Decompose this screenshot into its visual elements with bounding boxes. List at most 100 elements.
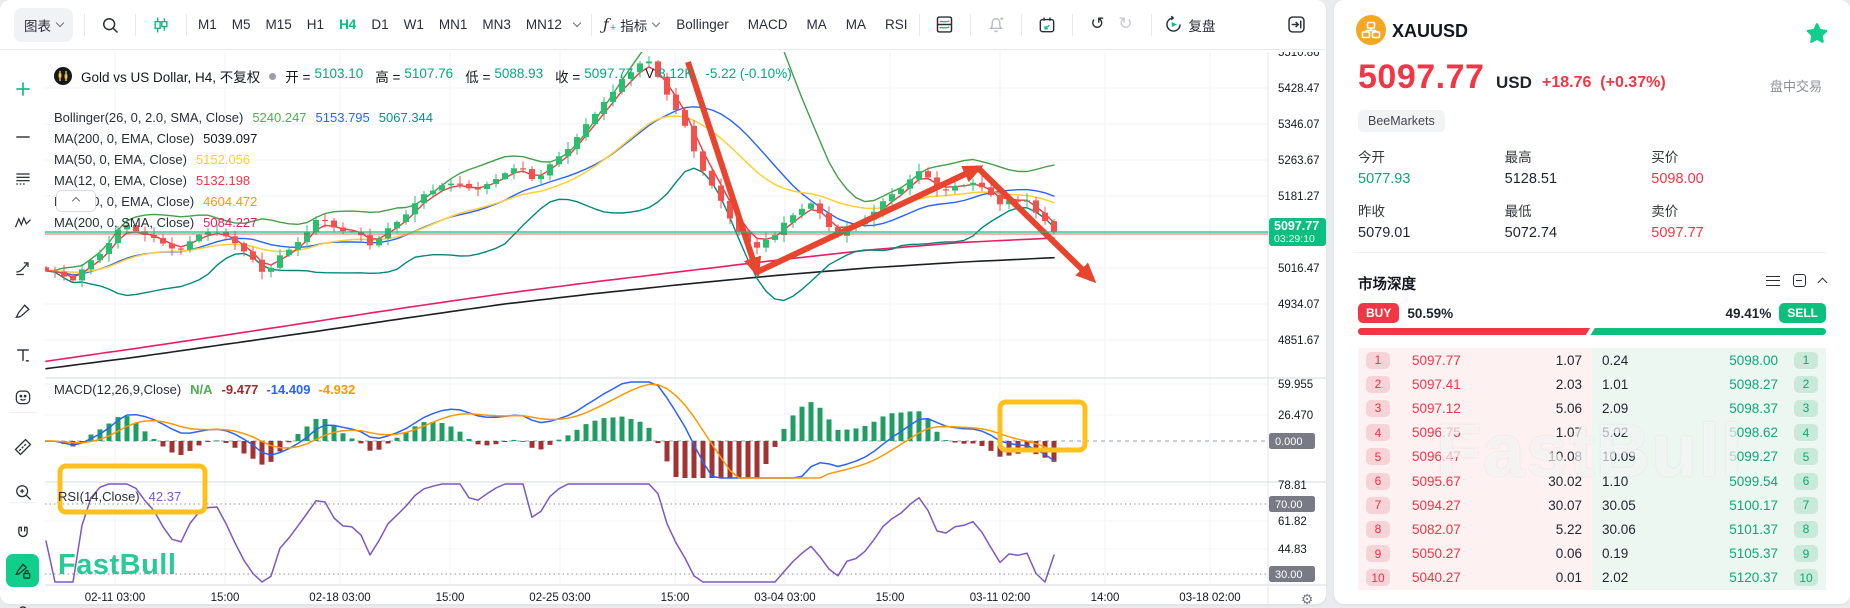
- timeframe-M5[interactable]: M5: [232, 17, 251, 32]
- indicator-legend-row[interactable]: MA(12, 0, EMA, Close)5132.198: [54, 170, 433, 191]
- bid-price: 5082.07: [1412, 522, 1461, 537]
- depth-bid-side: 85082.075.22: [1358, 517, 1592, 541]
- tool-crosshair-plus[interactable]: [6, 72, 39, 105]
- stat-label: 今开: [1358, 146, 1505, 166]
- indicators-menu-button[interactable]: ƒ+ 指标: [603, 15, 659, 35]
- indicator-legend-row[interactable]: MA(200, 0, EMA, Close)5039.097: [54, 128, 433, 149]
- bid-price: 5096.47: [1412, 449, 1461, 464]
- bid-rank-badge: 6: [1366, 473, 1390, 490]
- indicator-legend-row[interactable]: MA(200, 0, SMA, Close)5084.227: [54, 212, 433, 233]
- timeframes-chevron-down-icon[interactable]: [573, 19, 581, 27]
- undo-icon[interactable]: ↺: [1084, 11, 1112, 39]
- divider: [84, 14, 85, 36]
- divider: [135, 14, 136, 36]
- stat-value: 5098.00: [1651, 171, 1798, 187]
- timeframe-MN3[interactable]: MN3: [482, 17, 511, 32]
- indicator-shortcut-rsi-4[interactable]: RSI: [885, 17, 908, 32]
- ask-volume: 30.06: [1602, 522, 1636, 537]
- timeframe-MN12[interactable]: MN12: [526, 17, 562, 32]
- ohlc-value: 5097.77: [584, 66, 633, 86]
- macd-legend-row[interactable]: MACD(12,26,9,Close) N/A -9.477-14.409-4.…: [54, 382, 363, 397]
- search-icon[interactable]: [96, 11, 124, 39]
- tool-emoji[interactable]: [6, 380, 39, 413]
- tool-trend-line[interactable]: [6, 120, 39, 153]
- macd-value: -4.932: [319, 382, 356, 397]
- timeframe-M1[interactable]: M1: [198, 17, 217, 32]
- ohlc-value: 5107.76: [404, 66, 453, 86]
- timeframe-D1[interactable]: D1: [371, 17, 388, 32]
- bid-volume: 0.01: [1556, 570, 1582, 585]
- chart-type-menu-button[interactable]: 图表: [14, 8, 73, 42]
- legend-collapse-button[interactable]: [56, 190, 96, 212]
- candle-style-icon[interactable]: [147, 11, 175, 39]
- magnet-icon: [13, 524, 33, 544]
- volume-label: V: [645, 66, 654, 86]
- redo-icon[interactable]: ↻: [1112, 11, 1140, 39]
- tool-horizontal-lines[interactable]: [6, 162, 39, 195]
- depth-row: 105040.270.012.025120.3710: [1358, 566, 1826, 590]
- depth-bid-side: 25097.412.03: [1358, 372, 1592, 396]
- divider: [1354, 252, 1826, 253]
- indicator-shortcut-bollinger-0[interactable]: Bollinger: [676, 17, 729, 32]
- market-status-dot: [269, 73, 276, 80]
- rsi-legend-row[interactable]: RSI(14,Close) 42.37: [58, 489, 181, 504]
- timeframe-MN1[interactable]: MN1: [439, 17, 468, 32]
- crosshair-plus-icon: [13, 79, 33, 99]
- instrument-title[interactable]: Gold vs US Dollar, H4, 不复权: [81, 66, 260, 86]
- indicator-legend-row[interactable]: Bollinger(26, 0, 2.0, SMA, Close)5240.24…: [54, 107, 433, 128]
- timeframe-W1[interactable]: W1: [404, 17, 424, 32]
- depth-ask-side: 30.055100.177: [1592, 493, 1826, 517]
- tool-brush[interactable]: [6, 294, 39, 327]
- ask-price: 5098.00: [1729, 353, 1778, 368]
- depth-chart-icon[interactable]: [1793, 274, 1806, 287]
- depth-ask-side: 1.105099.546: [1592, 469, 1826, 493]
- ohlc-label: 低 =: [465, 66, 490, 86]
- tool-trend-arrow[interactable]: [6, 250, 39, 283]
- tool-text-tool[interactable]: [6, 338, 39, 371]
- alert-bell-icon[interactable]: [982, 11, 1010, 39]
- stat-label: 最低: [1505, 200, 1652, 220]
- indicator-shortcut-ma-2[interactable]: MA: [807, 17, 827, 32]
- timeframe-M15[interactable]: M15: [266, 17, 292, 32]
- depth-bid-side: 105040.270.01: [1358, 566, 1592, 590]
- tool-ruler[interactable]: [6, 430, 39, 463]
- indicator-shortcut-macd-1[interactable]: MACD: [748, 17, 788, 32]
- divider: [919, 14, 920, 36]
- timeframe-list: M1 M5 M15 H1 H4 D1 W1 MN1 MN3 MN12: [198, 17, 562, 32]
- bid-price: 5097.12: [1412, 401, 1461, 416]
- timeframe-H4[interactable]: H4: [339, 17, 356, 32]
- timeframe-H1[interactable]: H1: [307, 17, 324, 32]
- collapse-section-icon[interactable]: [1818, 278, 1828, 288]
- stat-label: 买价: [1651, 146, 1798, 166]
- ohlc-values: 开 = 5103.10高 = 5107.76低 = 5088.93收 = 509…: [285, 66, 791, 86]
- ask-volume: 2.02: [1602, 570, 1628, 585]
- top-toolbar: 图表 M1 M5 M15 H1 H4 D1 W1 MN1 MN3 MN12 ƒ+ 指标 Bolli…: [0, 0, 1326, 50]
- gold-symbol-icon: [54, 67, 72, 85]
- favorite-star-icon[interactable]: [1806, 22, 1828, 44]
- stat-value: 5128.51: [1505, 171, 1652, 187]
- bid-volume: 30.07: [1548, 498, 1582, 513]
- list-view-icon[interactable]: [1766, 276, 1780, 286]
- tool-magnet[interactable]: [6, 517, 39, 550]
- bid-rank-badge: 8: [1366, 521, 1390, 538]
- tool-brush-lock-active[interactable]: [6, 554, 39, 587]
- panel-layout-icon[interactable]: [931, 11, 959, 39]
- sidebar-separator: [9, 412, 36, 413]
- depth-bid-side: 55096.4710.08: [1358, 445, 1592, 469]
- replay-button[interactable]: 复盘: [1163, 14, 1216, 35]
- indicator-value: 4604.472: [203, 194, 257, 209]
- tool-zigzag-pattern[interactable]: [6, 206, 39, 239]
- indicator-shortcut-ma-3[interactable]: MA: [846, 17, 866, 32]
- ask-rank-badge: 7: [1794, 497, 1818, 514]
- depth-ask-side: 0.245098.001: [1592, 348, 1826, 372]
- ask-volume: 30.05: [1602, 498, 1636, 513]
- tool-zoom-in[interactable]: [6, 475, 39, 508]
- ask-price: 5105.37: [1729, 546, 1778, 561]
- indicator-legend-row[interactable]: MA(50, 0, EMA, Close)5152.056: [54, 149, 433, 170]
- fullscreen-exit-icon[interactable]: [1282, 11, 1310, 39]
- broker-badge[interactable]: BeeMarkets: [1358, 110, 1445, 132]
- economic-calendar-icon[interactable]: [1033, 11, 1061, 39]
- tool-lock[interactable]: [6, 597, 39, 608]
- indicator-legend-row[interactable]: MA(800, 0, EMA, Close)4604.472: [54, 191, 433, 212]
- bid-volume: 2.03: [1556, 377, 1582, 392]
